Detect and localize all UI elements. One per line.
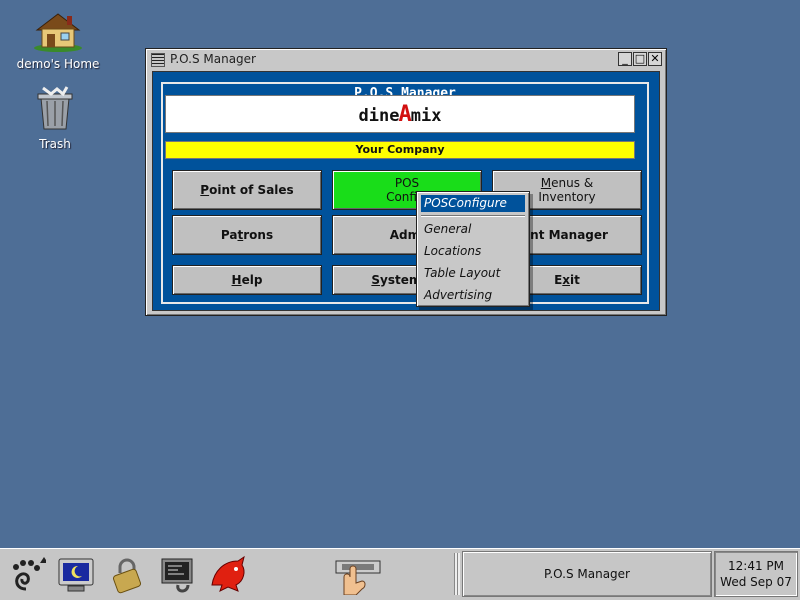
desktop-icon-label: Trash <box>39 137 71 151</box>
monitor-icon[interactable] <box>56 555 96 595</box>
button-label: Help <box>231 273 263 287</box>
lock-icon[interactable] <box>106 555 146 595</box>
company-name-bar: Your Company <box>165 141 635 159</box>
pos-configure-popup-menu: POSConfigure General Locations Table Lay… <box>416 191 530 307</box>
popup-separator <box>421 215 525 217</box>
mozilla-icon[interactable] <box>208 555 248 595</box>
taskbar-item-label: P.O.S Manager <box>544 567 630 581</box>
dinemix-logo: dineAmix <box>358 101 442 127</box>
window-menu-icon[interactable] <box>151 53 165 67</box>
point-of-sales-button[interactable]: Point of Sales <box>172 170 322 210</box>
clock-time: 12:41 PM <box>728 559 784 573</box>
desktop-icon-trash[interactable]: Trash <box>5 86 105 151</box>
button-label: Point of Sales <box>200 183 294 197</box>
pointing-hand-icon[interactable] <box>334 555 384 595</box>
gnome-foot-icon[interactable] <box>6 555 46 595</box>
button-label: Exit <box>554 273 580 287</box>
clock[interactable]: 12:41 PM Wed Sep 07 <box>714 551 798 597</box>
maximize-button[interactable]: □ <box>633 52 647 66</box>
taskbar-item-pos-manager[interactable]: P.O.S Manager <box>462 551 712 597</box>
window-title: P.O.S Manager <box>170 52 256 66</box>
patrons-button[interactable]: Patrons <box>172 215 322 255</box>
minimize-button[interactable]: _ <box>618 52 632 66</box>
pos-manager-window: P.O.S Manager _ □ ✕ P.O.S Manager dineAm… <box>145 48 667 316</box>
minimize-icon: _ <box>622 52 628 65</box>
menu-item-table-layout[interactable]: Table Layout <box>424 264 500 282</box>
menu-item-advertising[interactable]: Advertising <box>424 286 492 304</box>
menu-item-general[interactable]: General <box>424 220 471 238</box>
window-titlebar[interactable]: P.O.S Manager _ □ ✕ <box>148 51 664 69</box>
desktop-icon-label: demo's Home <box>16 57 100 71</box>
terminal-icon[interactable] <box>158 555 198 595</box>
logo-panel: dineAmix <box>165 95 635 133</box>
window-controls: _ □ ✕ <box>618 52 662 66</box>
help-button[interactable]: Help <box>172 265 322 295</box>
menu-item-locations[interactable]: Locations <box>424 242 481 260</box>
popup-menu-title: POSConfigure <box>421 195 525 212</box>
clock-date: Wed Sep 07 <box>720 575 792 589</box>
button-label: int Manager <box>526 228 608 242</box>
button-label: Patrons <box>220 228 274 242</box>
taskbar: P.O.S Manager 12:41 PM Wed Sep 07 <box>0 548 800 600</box>
close-button[interactable]: ✕ <box>648 52 662 66</box>
taskbar-handle[interactable] <box>454 553 460 595</box>
close-icon: ✕ <box>650 52 660 65</box>
trash-icon <box>37 86 73 130</box>
maximize-icon: □ <box>634 52 646 65</box>
desktop-icon-home[interactable]: demo's Home <box>8 10 108 71</box>
button-label: Menus & Inventory <box>538 176 596 204</box>
house-icon <box>34 13 82 52</box>
